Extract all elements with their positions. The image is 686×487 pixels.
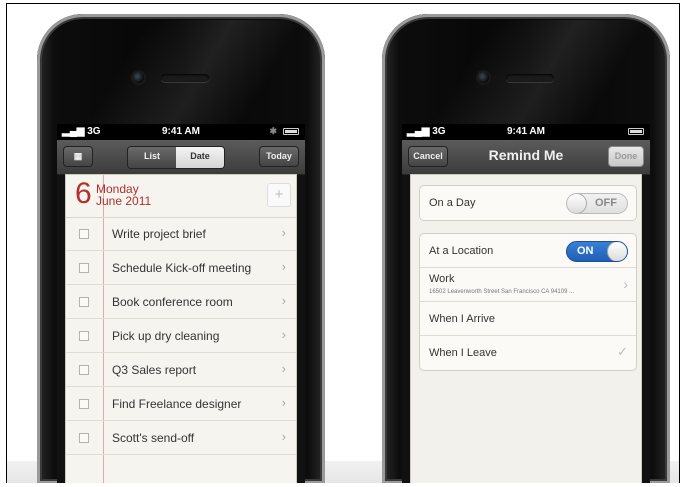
when-i-arrive-label: When I Arrive xyxy=(429,313,496,325)
task-title: Write project brief xyxy=(112,227,206,241)
task-checkbox[interactable] xyxy=(79,229,89,239)
segment-list[interactable]: List xyxy=(128,147,176,168)
task-checkbox[interactable] xyxy=(79,297,89,307)
task-checkbox[interactable] xyxy=(79,263,89,273)
list-date-segmented-control[interactable]: List Date xyxy=(127,146,225,169)
chevron-right-icon: › xyxy=(281,259,286,274)
left-iphone: ▂▄▆ 3G 9:41 AM ✱ ▦ List Date Today 6 Mon… xyxy=(37,14,325,483)
task-checkbox[interactable] xyxy=(79,365,89,375)
when-i-leave-row[interactable]: When I Leave ✓ xyxy=(420,336,636,370)
date-header: 6 Monday June 2011 + xyxy=(66,175,296,218)
on-a-day-group: On a Day OFF xyxy=(419,185,637,221)
on-a-day-label: On a Day xyxy=(429,197,476,209)
at-a-location-row: At a Location ON xyxy=(420,234,636,268)
task-title: Q3 Sales report xyxy=(112,363,197,377)
task-title: Book conference room xyxy=(112,295,233,309)
task-title: Pick up dry cleaning xyxy=(112,329,220,343)
date-day-number: 6 xyxy=(75,177,92,210)
when-i-leave-label: When I Leave xyxy=(429,347,497,359)
toggle-knob xyxy=(607,242,627,261)
chevron-right-icon: › xyxy=(281,395,286,410)
left-screen: ▂▄▆ 3G 9:41 AM ✱ ▦ List Date Today 6 Mon… xyxy=(57,124,305,483)
when-i-arrive-row[interactable]: When I Arrive xyxy=(420,302,636,336)
right-screen: ▂▄▆ 3G 9:41 AM Cancel Remind Me Done On … xyxy=(402,124,650,483)
image-frame: ▂▄▆ 3G 9:41 AM ✱ ▦ List Date Today 6 Mon… xyxy=(6,3,680,483)
task-title: Schedule Kick-off meeting xyxy=(112,261,252,275)
status-bar: ▂▄▆ 3G 9:41 AM xyxy=(402,124,650,140)
task-row[interactable]: Pick up dry cleaning › xyxy=(66,319,296,353)
speaker-grille xyxy=(506,74,554,82)
on-a-day-toggle[interactable]: OFF xyxy=(566,193,628,214)
plus-icon: + xyxy=(274,186,284,203)
task-row[interactable]: Write project brief › xyxy=(66,217,296,251)
task-checkbox[interactable] xyxy=(79,331,89,341)
task-row[interactable]: Scott's send-off › xyxy=(66,421,296,455)
bluetooth-icon: ✱ xyxy=(269,126,277,136)
work-location-row[interactable]: Work 16502 Leavenworth Street San Franci… xyxy=(420,268,636,302)
date-month-year: June 2011 xyxy=(96,194,152,208)
battery-icon xyxy=(283,128,299,135)
at-a-location-toggle[interactable]: ON xyxy=(566,241,628,262)
settings-background: On a Day OFF At a Location ON Work 16502… xyxy=(410,174,642,483)
chevron-right-icon: › xyxy=(623,276,628,292)
today-button[interactable]: Today xyxy=(259,146,299,167)
toggle-state: OFF xyxy=(595,197,617,209)
battery-icon xyxy=(628,128,644,135)
toggle-state: ON xyxy=(577,245,594,257)
camera-icon xyxy=(478,72,489,83)
done-button[interactable]: Done xyxy=(608,146,644,167)
chevron-right-icon: › xyxy=(281,293,286,308)
chevron-right-icon: › xyxy=(281,429,286,444)
task-checkbox[interactable] xyxy=(79,433,89,443)
task-row[interactable]: Q3 Sales report › xyxy=(66,353,296,387)
camera-icon xyxy=(133,72,144,83)
task-list-paper: 6 Monday June 2011 + Write project brief… xyxy=(65,174,297,483)
work-label: Work xyxy=(429,273,455,285)
task-checkbox[interactable] xyxy=(79,399,89,409)
calendar-icon: ▦ xyxy=(73,151,83,161)
chevron-right-icon: › xyxy=(281,225,286,240)
status-bar: ▂▄▆ 3G 9:41 AM ✱ xyxy=(57,124,305,140)
status-time: 9:41 AM xyxy=(162,126,200,137)
add-task-button[interactable]: + xyxy=(267,183,291,207)
status-time: 9:41 AM xyxy=(507,126,545,137)
task-title: Find Freelance designer xyxy=(112,397,242,411)
location-group: At a Location ON Work 16502 Leavenworth … xyxy=(419,233,637,371)
toggle-knob xyxy=(567,194,587,213)
navigation-bar: Cancel Remind Me Done xyxy=(402,140,650,175)
checkmark-icon: ✓ xyxy=(617,344,628,359)
right-iphone: ▂▄▆ 3G 9:41 AM Cancel Remind Me Done On … xyxy=(382,14,670,483)
chevron-right-icon: › xyxy=(281,361,286,376)
speaker-grille xyxy=(161,74,209,82)
task-title: Scott's send-off xyxy=(112,431,195,445)
chevron-right-icon: › xyxy=(281,327,286,342)
navigation-bar: ▦ List Date Today xyxy=(57,140,305,175)
on-a-day-row: On a Day OFF xyxy=(420,186,636,220)
calendar-view-button[interactable]: ▦ xyxy=(63,146,93,167)
task-row[interactable]: Schedule Kick-off meeting › xyxy=(66,251,296,285)
task-row[interactable]: Book conference room › xyxy=(66,285,296,319)
segment-date[interactable]: Date xyxy=(176,147,224,168)
work-address: 16502 Leavenworth Street San Francisco C… xyxy=(429,289,575,295)
task-row[interactable]: Find Freelance designer › xyxy=(66,387,296,421)
at-a-location-label: At a Location xyxy=(429,245,494,257)
